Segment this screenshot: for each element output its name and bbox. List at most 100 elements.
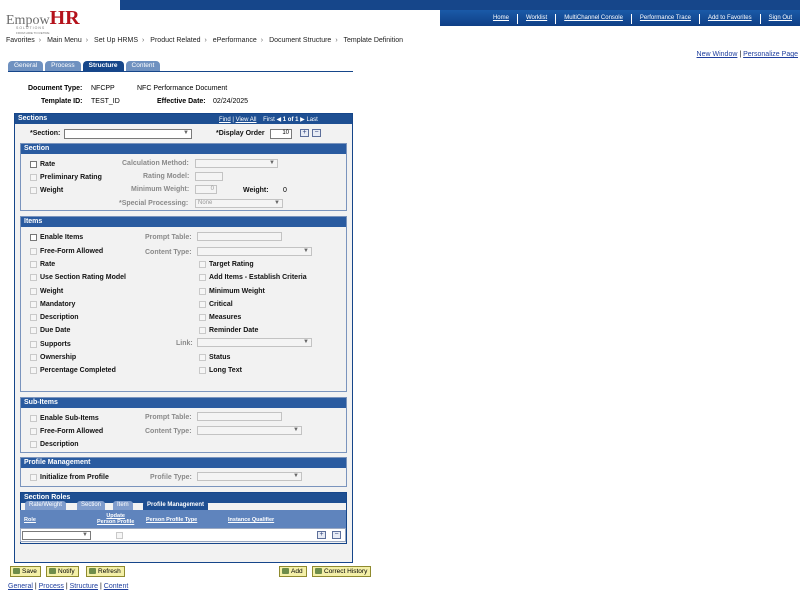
breadcrumb-template-definition[interactable]: Template Definition [343,37,403,44]
enable-items-checkbox[interactable] [30,234,37,241]
minimum-weight-checkbox[interactable] [199,288,206,295]
chevron-down-icon: ▼ [303,339,309,345]
item-weight-checkbox[interactable] [30,288,37,295]
add-items-checkbox[interactable] [199,274,206,281]
correct-history-button[interactable]: Correct History [312,566,372,577]
mandatory-checkbox[interactable] [30,301,37,308]
status-checkbox[interactable] [199,354,206,361]
section-subheader: Section [21,144,346,154]
person-profile-type-column-header[interactable]: Person Profile Type [146,517,197,523]
breadcrumb-setup-hrms[interactable]: Set Up HRMS [94,37,138,44]
personalize-page-link[interactable]: Personalize Page [743,51,798,58]
rating-model-input[interactable] [195,172,223,181]
template-id-value: TEST_ID [91,98,120,105]
next-arrow-icon[interactable]: ▶ [300,117,305,123]
tab-section[interactable]: Section [77,501,106,510]
due-date-checkbox[interactable] [30,327,37,334]
weight-value-label: Weight: [243,187,269,194]
breadcrumb: Favorites › Main Menu › Set Up HRMS › Produ… [6,37,404,44]
new-window-link[interactable]: New Window [697,51,738,58]
add-button[interactable]: Add [279,566,307,577]
sub-description-checkbox[interactable] [30,441,37,448]
save-button[interactable]: Save [10,566,41,577]
free-form-allowed-checkbox[interactable] [30,248,37,255]
ownership-label: Ownership [40,354,77,361]
breadcrumb-favorites[interactable]: Favorites [6,37,35,44]
performance-trace-link[interactable]: Performance Trace [630,14,699,24]
use-section-rating-model-checkbox[interactable] [30,274,37,281]
enable-sub-items-checkbox[interactable] [30,415,37,422]
critical-checkbox[interactable] [199,301,206,308]
tab-content[interactable]: Content [125,61,161,71]
link-select[interactable]: ▼ [197,338,312,347]
footer-general-link[interactable]: General [8,583,33,590]
weight-value: 0 [283,187,287,194]
tab-structure[interactable]: Structure [82,61,124,71]
first-arrow-icon[interactable]: ◀ [277,117,282,123]
footer-process-link[interactable]: Process [39,583,64,590]
breadcrumb-main-menu[interactable]: Main Menu [47,37,82,44]
breadcrumb-product-related[interactable]: Product Related [150,37,200,44]
initialize-from-profile-checkbox[interactable] [30,474,37,481]
reminder-date-checkbox[interactable] [199,327,206,334]
multichannel-console-link[interactable]: MultiChannel Console [555,14,631,24]
page-links: New Window | Personalize Page [696,51,798,58]
refresh-button[interactable]: Refresh [86,566,125,577]
target-rating-checkbox[interactable] [199,261,206,268]
delete-role-button[interactable]: − [332,531,341,539]
display-order-input[interactable]: 10 [270,129,292,139]
find-link[interactable]: Find [219,117,231,123]
weight-checkbox[interactable] [30,187,37,194]
preliminary-rating-checkbox[interactable] [30,174,37,181]
home-link[interactable]: Home [485,14,517,24]
percentage-completed-label: Percentage Completed [40,367,116,374]
effective-date-value: 02/24/2025 [213,98,249,105]
measures-checkbox[interactable] [199,314,206,321]
header-links: Home Worklist MultiChannel Console Perfo… [485,14,800,24]
breadcrumb-document-structure[interactable]: Document Structure [269,37,331,44]
sign-out-link[interactable]: Sign Out [759,14,800,24]
percentage-completed-checkbox[interactable] [30,367,37,374]
view-all-link[interactable]: View All [236,117,257,123]
tab-item[interactable]: Item [113,501,133,510]
sub-content-type-select[interactable]: ▼ [197,426,302,435]
row-count: 1 of 1 [282,117,299,123]
tab-profile-management[interactable]: Profile Management [143,501,209,510]
tab-general[interactable]: General [8,61,44,71]
add-row-button[interactable]: + [300,129,309,137]
item-rate-checkbox[interactable] [30,261,37,268]
add-role-button[interactable]: + [317,531,326,539]
special-processing-select[interactable]: None ▼ [195,199,283,208]
sub-prompt-table-input[interactable] [197,412,282,421]
long-text-checkbox[interactable] [199,367,206,374]
section-select[interactable]: ▼ [64,129,192,139]
worklist-link[interactable]: Worklist [516,14,555,24]
supports-checkbox[interactable] [30,341,37,348]
rate-checkbox[interactable] [30,161,37,168]
instance-qualifier-column-header[interactable]: Instance Qualifier [228,517,274,523]
update-person-profile-column-header[interactable]: Update Person Profile [97,513,134,525]
breadcrumb-eperformance[interactable]: ePerformance [213,37,257,44]
tab-rate-weight[interactable]: Rate/Weight [25,501,66,510]
tab-process[interactable]: Process [45,61,81,71]
add-to-favorites-link[interactable]: Add to Favorites [698,14,760,24]
notify-button[interactable]: Notify [46,566,79,577]
content-type-select[interactable]: ▼ [197,247,312,256]
minimum-weight-input[interactable]: 0 [195,185,217,194]
delete-row-button[interactable]: − [312,129,321,137]
tab-divider [8,71,353,72]
page-tabs: General Process Structure Content [8,61,161,71]
update-person-profile-checkbox[interactable] [116,532,123,539]
profile-type-select[interactable]: ▼ [197,472,302,481]
ownership-checkbox[interactable] [30,354,37,361]
description-label: Description [40,314,79,321]
footer-content-link[interactable]: Content [104,583,129,590]
calculation-method-select[interactable]: ▼ [195,159,278,168]
prompt-table-input[interactable] [197,232,282,241]
header-band [120,0,800,10]
footer-structure-link[interactable]: Structure [70,583,98,590]
sub-free-form-checkbox[interactable] [30,428,37,435]
role-column-header[interactable]: Role [24,517,36,523]
role-select[interactable]: ▼ [22,531,91,540]
description-checkbox[interactable] [30,314,37,321]
